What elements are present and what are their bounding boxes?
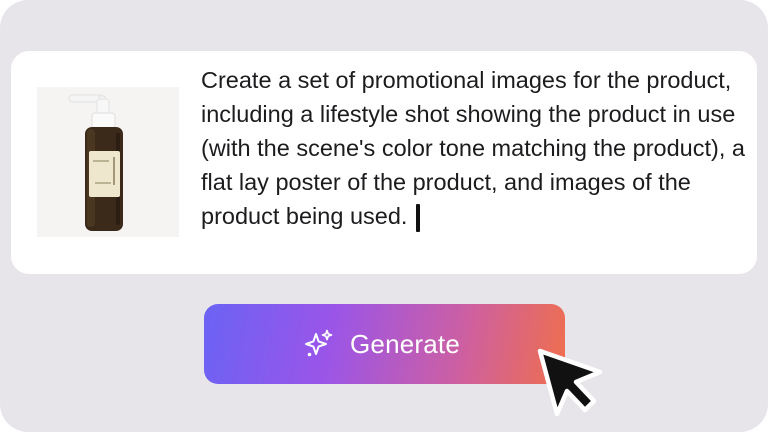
- text-caret: [416, 204, 421, 232]
- sparkle-icon: [305, 329, 333, 357]
- generate-button-content: Generate: [302, 328, 460, 360]
- product-bottle-image: [68, 94, 123, 231]
- generate-label: Generate: [350, 328, 461, 359]
- mouse-pointer-icon: [537, 348, 603, 417]
- prompt-text-content: Create a set of promotional images for t…: [201, 67, 745, 229]
- app-frame: Create a set of promotional images for t…: [0, 0, 768, 432]
- prompt-card[interactable]: Create a set of promotional images for t…: [11, 51, 757, 274]
- product-thumbnail: [37, 87, 179, 237]
- generate-button[interactable]: Generate: [204, 304, 565, 384]
- prompt-text[interactable]: Create a set of promotional images for t…: [201, 63, 749, 233]
